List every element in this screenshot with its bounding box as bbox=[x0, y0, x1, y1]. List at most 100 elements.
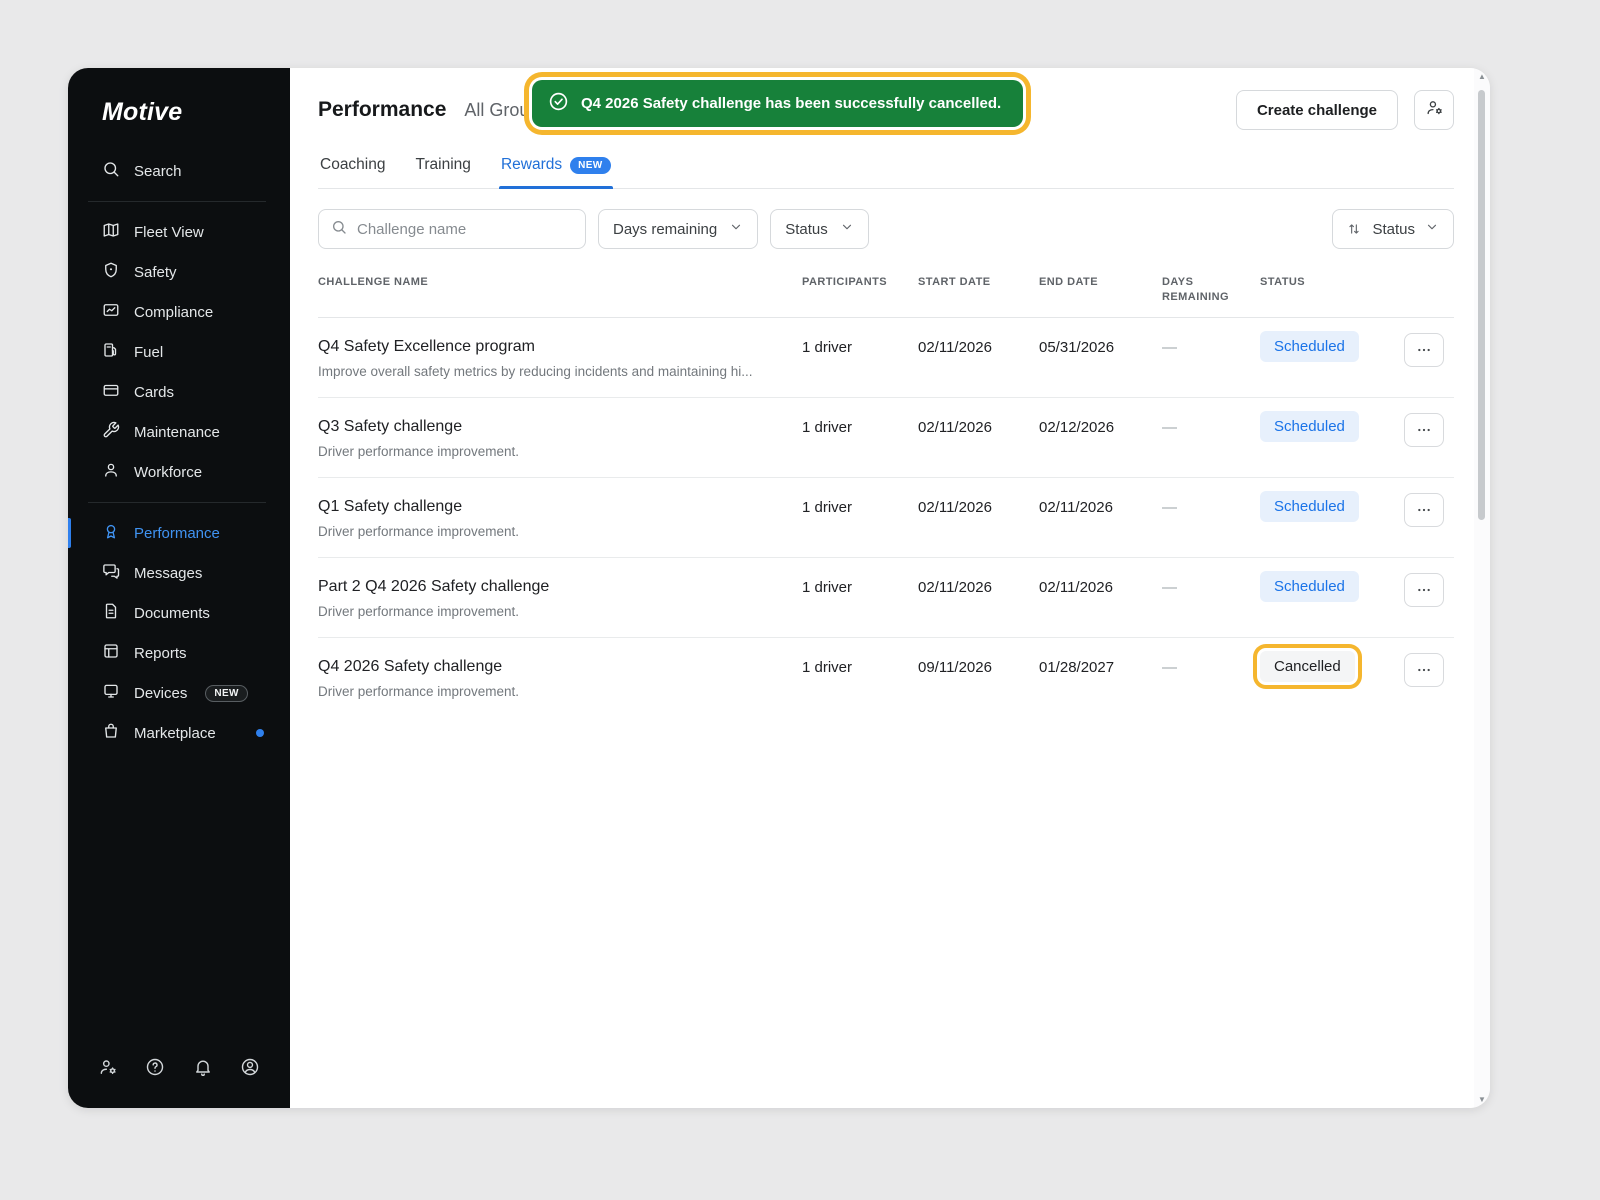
motive-logo: Motive bbox=[68, 68, 290, 151]
credit-card-icon bbox=[102, 381, 120, 403]
status-badge: Scheduled bbox=[1260, 571, 1359, 602]
start-date-cell: 02/11/2026 bbox=[918, 338, 1039, 356]
sidebar-divider bbox=[88, 502, 266, 503]
user-gear-icon bbox=[1425, 98, 1444, 122]
sidebar-item-fuel[interactable]: Fuel bbox=[68, 332, 290, 372]
more-options-button[interactable] bbox=[1404, 573, 1444, 607]
sidebar-item-label: Documents bbox=[134, 605, 210, 622]
create-challenge-button[interactable]: Create challenge bbox=[1236, 90, 1398, 130]
challenge-name-cell: Q4 2026 Safety challenge Driver performa… bbox=[318, 658, 802, 699]
days-remaining-cell: — bbox=[1162, 578, 1260, 596]
status-badge-cancelled-highlighted: Cancelled bbox=[1260, 651, 1355, 682]
days-remaining-dropdown[interactable]: Days remaining bbox=[598, 209, 758, 249]
sidebar-item-cards[interactable]: Cards bbox=[68, 372, 290, 412]
challenge-search[interactable] bbox=[318, 209, 586, 249]
sidebar-item-performance[interactable]: Performance bbox=[68, 513, 290, 553]
sort-by-status-dropdown[interactable]: Status bbox=[1332, 209, 1454, 249]
status-badge: Scheduled bbox=[1260, 491, 1359, 522]
tab-bar: Coaching Training Rewards NEW bbox=[318, 150, 1454, 189]
sidebar-item-label: Messages bbox=[134, 565, 202, 582]
scrollbar[interactable]: ▲ ▼ bbox=[1474, 68, 1490, 1108]
challenge-description: Driver performance improvement. bbox=[318, 684, 802, 699]
sidebar-item-documents[interactable]: Documents bbox=[68, 593, 290, 633]
days-remaining-cell: — bbox=[1162, 338, 1260, 356]
success-toast: Q4 2026 Safety challenge has been succes… bbox=[532, 80, 1023, 127]
more-options-button[interactable] bbox=[1404, 413, 1444, 447]
chevron-down-icon bbox=[729, 220, 743, 238]
sidebar-footer bbox=[68, 1057, 290, 1108]
sidebar-item-label: Devices bbox=[134, 685, 187, 702]
table-row: Q4 2026 Safety challenge Driver performa… bbox=[318, 638, 1454, 717]
scroll-up-arrow[interactable]: ▲ bbox=[1478, 72, 1486, 81]
start-date-cell: 09/11/2026 bbox=[918, 658, 1039, 676]
sidebar-item-marketplace[interactable]: Marketplace bbox=[68, 713, 290, 753]
sidebar-divider bbox=[88, 201, 266, 202]
sidebar-item-messages[interactable]: Messages bbox=[68, 553, 290, 593]
scroll-down-arrow[interactable]: ▼ bbox=[1478, 1095, 1486, 1104]
more-options-button[interactable] bbox=[1404, 493, 1444, 527]
days-remaining-cell: — bbox=[1162, 498, 1260, 516]
scrollbar-thumb[interactable] bbox=[1478, 90, 1485, 520]
fuel-pump-icon bbox=[102, 341, 120, 363]
sidebar-item-compliance[interactable]: Compliance bbox=[68, 292, 290, 332]
participants-cell: 1 driver bbox=[802, 418, 918, 436]
participants-cell: 1 driver bbox=[802, 498, 918, 516]
more-options-button[interactable] bbox=[1404, 333, 1444, 367]
bell-icon[interactable] bbox=[193, 1057, 213, 1082]
sidebar: Motive Search Fleet View Safety Complian… bbox=[68, 68, 290, 1108]
challenge-name-cell: Q4 Safety Excellence program Improve ove… bbox=[318, 338, 802, 379]
dropdown-label: Days remaining bbox=[613, 221, 717, 238]
app-window: Motive Search Fleet View Safety Complian… bbox=[68, 68, 1490, 1108]
sidebar-item-safety[interactable]: Safety bbox=[68, 252, 290, 292]
profile-icon[interactable] bbox=[240, 1057, 260, 1082]
document-icon bbox=[102, 602, 120, 624]
days-remaining-cell: — bbox=[1162, 418, 1260, 436]
medal-icon bbox=[102, 522, 120, 544]
days-remaining-cell: — bbox=[1162, 658, 1260, 676]
sidebar-item-fleet-view[interactable]: Fleet View bbox=[68, 212, 290, 252]
sidebar-item-reports[interactable]: Reports bbox=[68, 633, 290, 673]
help-icon[interactable] bbox=[145, 1057, 165, 1082]
tab-rewards[interactable]: Rewards NEW bbox=[499, 150, 613, 188]
group-selector[interactable]: All Grou bbox=[464, 100, 529, 121]
challenge-title: Q4 Safety Excellence program bbox=[318, 338, 802, 356]
challenge-name-cell: Q3 Safety challenge Driver performance i… bbox=[318, 418, 802, 459]
admin-user-icon[interactable] bbox=[98, 1057, 118, 1082]
participants-cell: 1 driver bbox=[802, 578, 918, 596]
sidebar-item-maintenance[interactable]: Maintenance bbox=[68, 412, 290, 452]
toast-message: Q4 2026 Safety challenge has been succes… bbox=[581, 95, 1001, 112]
sidebar-item-workforce[interactable]: Workforce bbox=[68, 452, 290, 492]
status-badge: Scheduled bbox=[1260, 331, 1359, 362]
tab-training[interactable]: Training bbox=[414, 150, 473, 188]
sidebar-item-label: Fleet View bbox=[134, 224, 204, 241]
table-header: CHALLENGE NAME PARTICIPANTS START DATE E… bbox=[318, 275, 1454, 318]
status-dropdown[interactable]: Status bbox=[770, 209, 869, 249]
challenge-title: Q4 2026 Safety challenge bbox=[318, 658, 802, 676]
challenge-description: Driver performance improvement. bbox=[318, 524, 802, 539]
admin-settings-button[interactable] bbox=[1414, 90, 1454, 130]
end-date-cell: 01/28/2027 bbox=[1039, 658, 1162, 676]
shield-icon bbox=[102, 261, 120, 283]
col-status: STATUS bbox=[1260, 275, 1404, 305]
col-days-remaining: DAYS REMAINING bbox=[1162, 275, 1260, 305]
sidebar-item-search[interactable]: Search bbox=[68, 151, 290, 191]
sidebar-item-label: Search bbox=[134, 163, 182, 180]
sidebar-item-devices[interactable]: Devices NEW bbox=[68, 673, 290, 713]
tab-coaching[interactable]: Coaching bbox=[318, 150, 388, 188]
main-content: Q4 2026 Safety challenge has been succes… bbox=[290, 68, 1474, 1108]
person-icon bbox=[102, 461, 120, 483]
more-options-button[interactable] bbox=[1404, 653, 1444, 687]
challenge-search-input[interactable] bbox=[357, 221, 573, 238]
sidebar-item-label: Workforce bbox=[134, 464, 202, 481]
chevron-down-icon bbox=[840, 220, 854, 238]
report-icon bbox=[102, 642, 120, 664]
filter-bar: Days remaining Status Status bbox=[318, 209, 1454, 249]
end-date-cell: 02/11/2026 bbox=[1039, 578, 1162, 596]
sidebar-item-label: Compliance bbox=[134, 304, 213, 321]
participants-cell: 1 driver bbox=[802, 658, 918, 676]
table-row: Part 2 Q4 2026 Safety challenge Driver p… bbox=[318, 558, 1454, 638]
table-row: Q3 Safety challenge Driver performance i… bbox=[318, 398, 1454, 478]
sort-arrows-icon bbox=[1347, 222, 1362, 237]
participants-cell: 1 driver bbox=[802, 338, 918, 356]
status-badge: Scheduled bbox=[1260, 411, 1359, 442]
